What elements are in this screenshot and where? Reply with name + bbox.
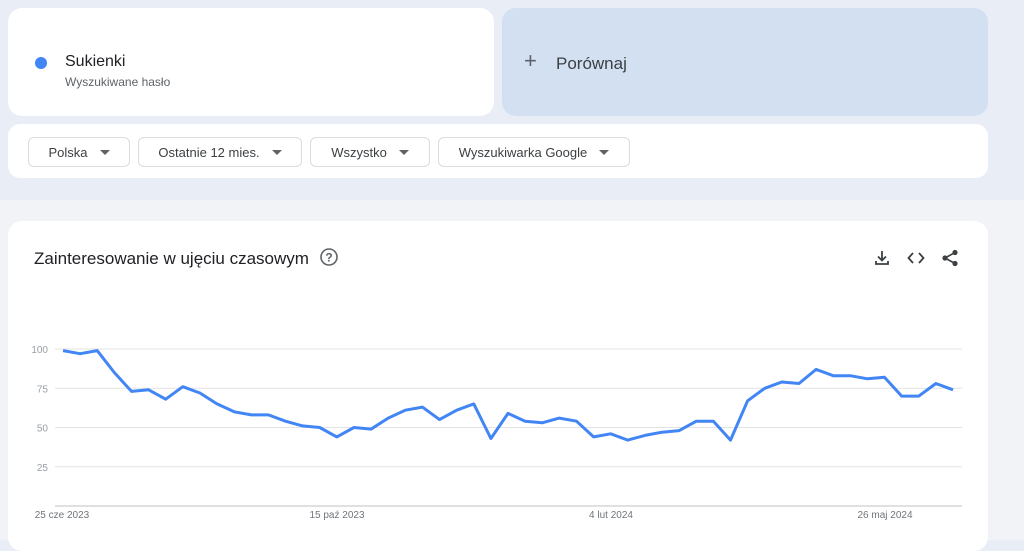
compare-button[interactable]: + Porównaj <box>502 8 988 116</box>
help-icon[interactable]: ? <box>319 247 339 267</box>
svg-text:?: ? <box>325 251 332 265</box>
filter-region-label: Polska <box>48 145 87 160</box>
search-term-name[interactable]: Sukienki <box>65 53 125 71</box>
dropdown-caret-icon <box>100 150 110 155</box>
chart-title: Zainteresowanie w ujęciu czasowym <box>34 249 309 269</box>
filter-category[interactable]: Wszystko <box>310 137 430 167</box>
share-icon[interactable] <box>940 248 960 268</box>
filter-category-label: Wszystko <box>331 145 387 160</box>
embed-code-icon[interactable] <box>906 248 926 268</box>
series-color-dot <box>35 57 47 69</box>
plus-icon: + <box>524 50 537 72</box>
filter-search-type[interactable]: Wyszukiwarka Google <box>438 137 630 167</box>
filters-bar: Polska Ostatnie 12 mies. Wszystko Wyszuk… <box>8 124 988 178</box>
dropdown-caret-icon <box>599 150 609 155</box>
compare-label: Porównaj <box>556 54 627 74</box>
interest-over-time-card: Zainteresowanie w ujęciu czasowym ? <box>8 221 988 551</box>
search-term-type: Wyszukiwane hasło <box>65 75 170 89</box>
dropdown-caret-icon <box>272 150 282 155</box>
filter-time-range[interactable]: Ostatnie 12 mies. <box>138 137 302 167</box>
filter-search-type-label: Wyszukiwarka Google <box>459 145 587 160</box>
search-term-card[interactable]: Sukienki Wyszukiwane hasło <box>8 8 494 116</box>
dropdown-caret-icon <box>399 150 409 155</box>
download-icon[interactable] <box>872 248 892 268</box>
filter-region[interactable]: Polska <box>28 137 130 167</box>
filter-time-range-label: Ostatnie 12 mies. <box>158 145 259 160</box>
